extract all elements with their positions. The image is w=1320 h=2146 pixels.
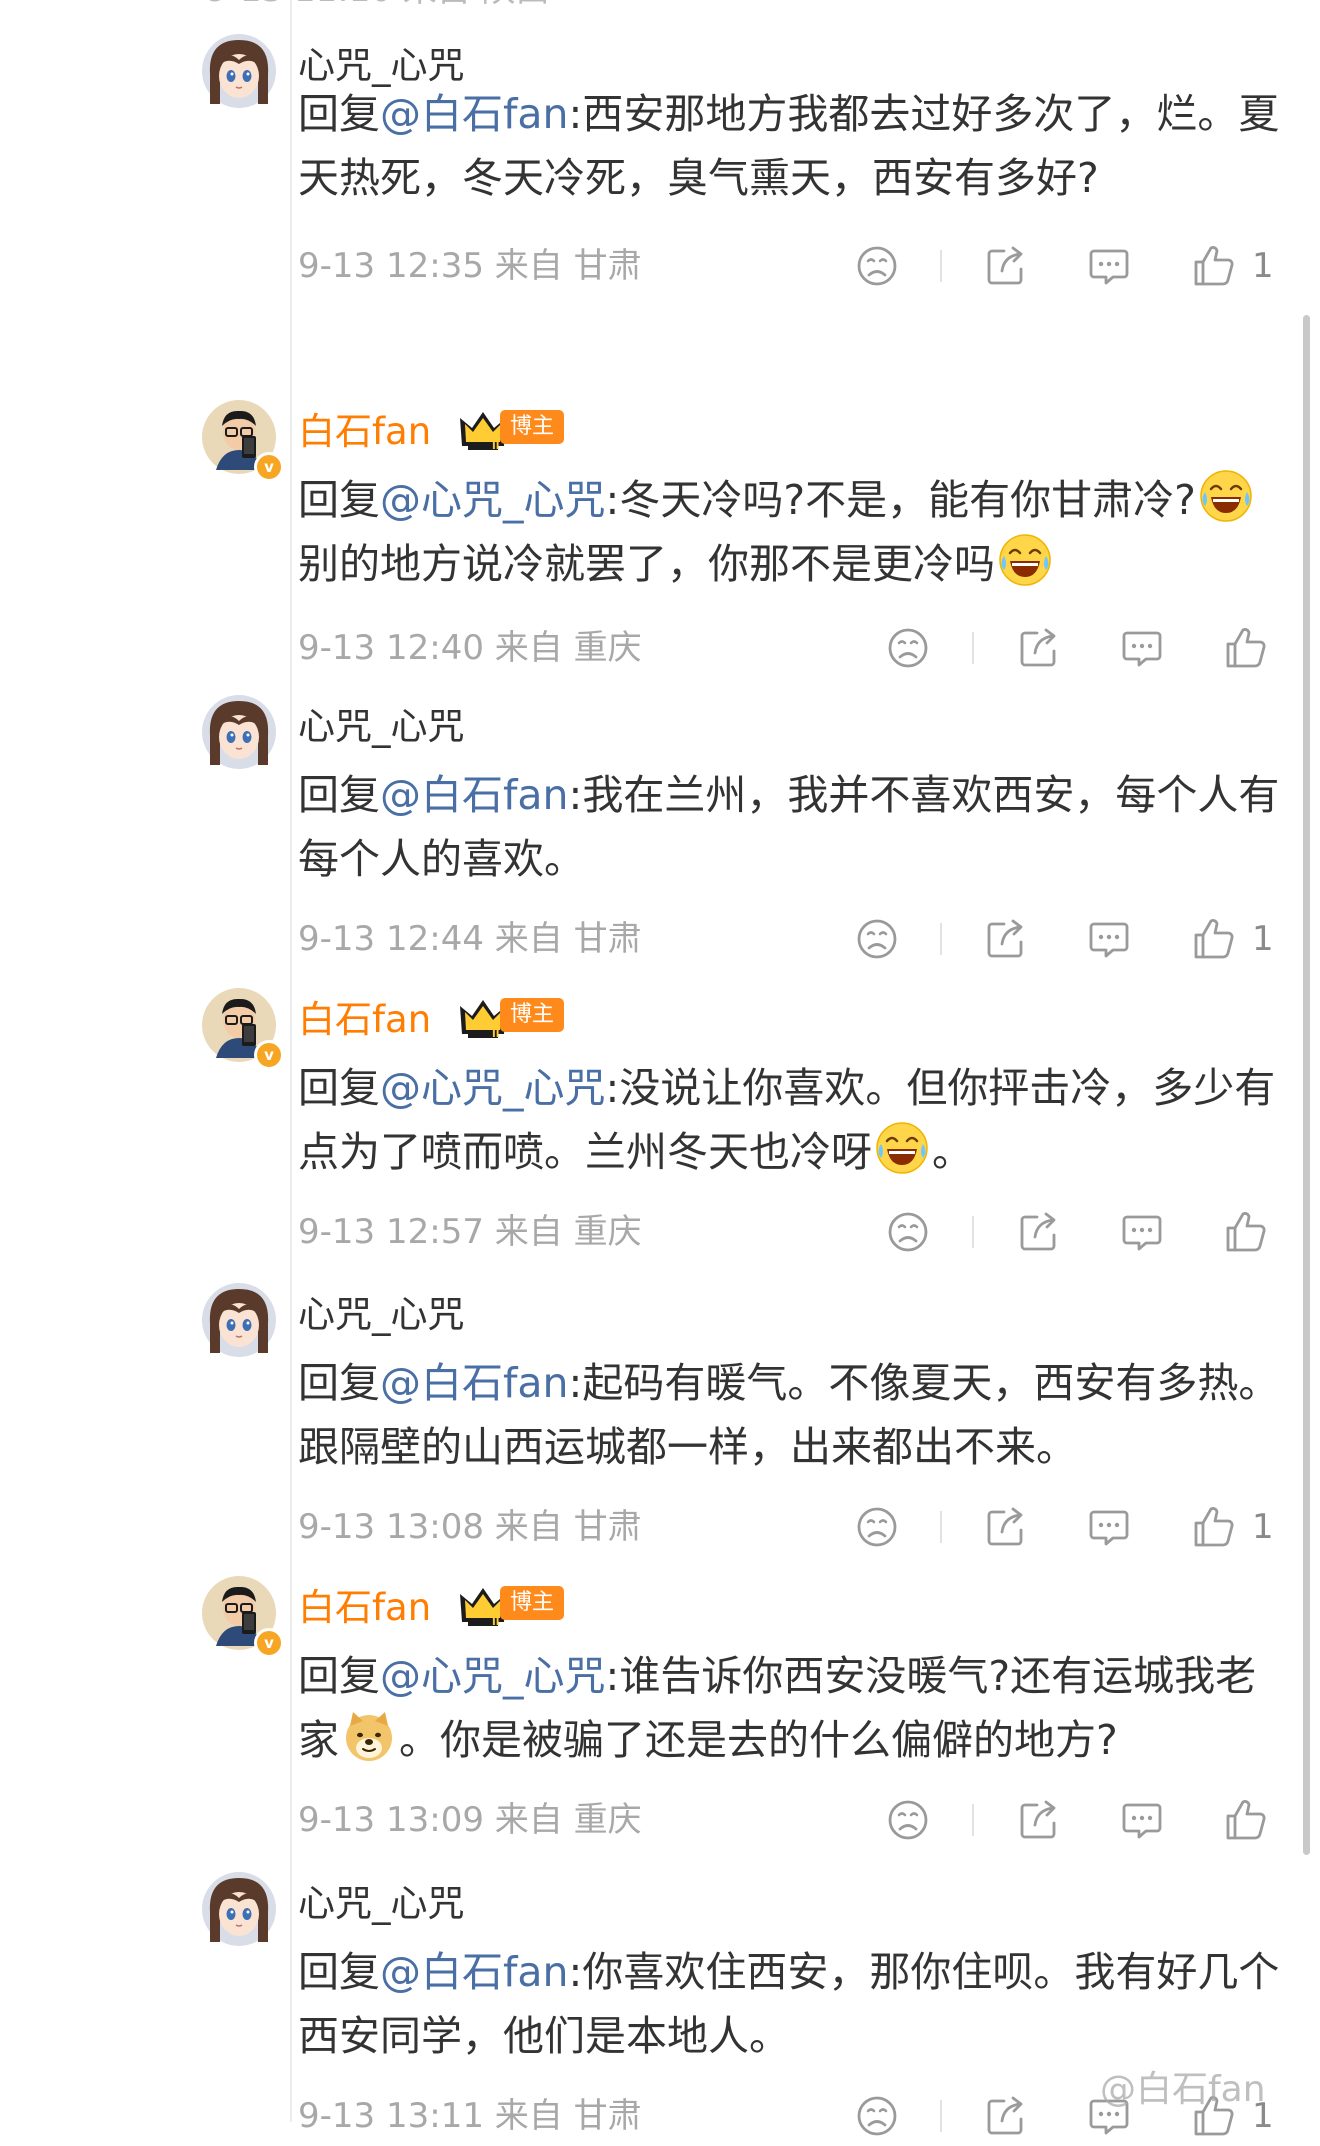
comment-actions: 1 [0, 1497, 1320, 1557]
like-count: 1 [1252, 919, 1274, 959]
share-icon[interactable] [1015, 1796, 1063, 1844]
dislike-icon[interactable] [853, 242, 901, 290]
comment-text: 回复@白石fan:我在兰州，我并不喜欢西安，每个人有每个人的喜欢。 [298, 771, 1280, 883]
action-divider [940, 923, 942, 955]
comment-text: 回复@心咒_心咒:冬天冷吗?不是，能有你甘肃冷?别的地方说冷就罢了，你那不是更冷… [298, 468, 1288, 596]
comment-text: 回复@白石fan:西安那地方我都去过好多次了，烂。夏天热死，冬天冷死，臭气熏天，… [298, 90, 1280, 202]
username[interactable]: 白石fan [298, 408, 431, 456]
share-icon[interactable] [1015, 624, 1063, 672]
action-divider [940, 1511, 942, 1543]
like-count: 1 [1252, 246, 1274, 286]
mention-link[interactable]: @白石fan [380, 1359, 569, 1407]
dislike-icon[interactable] [884, 1796, 932, 1844]
mention-link[interactable]: @白石fan [380, 90, 569, 138]
action-divider [940, 250, 942, 282]
username[interactable]: 心咒_心咒 [298, 1291, 465, 1339]
mention-link[interactable]: @白石fan [380, 771, 569, 819]
mention-link[interactable]: @心咒_心咒 [380, 1652, 606, 1700]
doge-emoji [341, 1708, 397, 1764]
avatar[interactable]: v [202, 400, 284, 482]
blogger-tag: 博主 [500, 1586, 565, 1620]
dislike-icon[interactable] [853, 2092, 901, 2140]
comment-actions [0, 1202, 1320, 1262]
like-icon[interactable] [1190, 915, 1238, 963]
laugh-cry-emoji [874, 1120, 930, 1176]
action-divider [972, 1216, 974, 1248]
like-icon[interactable] [1190, 242, 1238, 290]
action-divider [940, 2100, 942, 2132]
avatar[interactable]: v [202, 1576, 284, 1658]
comment-actions [0, 618, 1320, 678]
comment-icon[interactable] [1085, 1503, 1133, 1551]
like-icon[interactable] [1190, 1503, 1238, 1551]
avatar[interactable] [202, 1283, 276, 1357]
avatar[interactable]: v [202, 988, 284, 1070]
avatar[interactable] [202, 1872, 276, 1946]
mention-link[interactable]: @心咒_心咒 [380, 476, 606, 524]
blogger-tag: 博主 [500, 998, 565, 1032]
username[interactable]: 白石fan [298, 996, 431, 1044]
mention-link[interactable]: @白石fan [380, 1948, 569, 1996]
like-count: 1 [1252, 1507, 1274, 1547]
share-icon[interactable] [982, 915, 1030, 963]
comment-text: 回复@白石fan:你喜欢住西安，那你住呗。我有好几个西安同学，他们是本地人。 [298, 1948, 1280, 2060]
username[interactable]: 白石fan [298, 1584, 431, 1632]
comment-text: 回复@白石fan:起码有暖气。不像夏天，西安有多热。跟隔壁的山西运城都一样，出来… [298, 1359, 1280, 1471]
avatar[interactable] [202, 34, 276, 108]
username[interactable]: 心咒_心咒 [298, 1880, 465, 1928]
scrollbar[interactable] [1303, 315, 1310, 1855]
like-icon[interactable] [1222, 1796, 1270, 1844]
comment-icon[interactable] [1085, 242, 1133, 290]
share-icon[interactable] [982, 1503, 1030, 1551]
share-icon[interactable] [982, 2092, 1030, 2140]
comment-icon[interactable] [1118, 1796, 1166, 1844]
comment-icon[interactable] [1118, 1208, 1166, 1256]
comment-actions: 1 [0, 909, 1320, 969]
username[interactable]: 心咒_心咒 [298, 703, 465, 751]
laugh-cry-emoji [997, 532, 1053, 588]
previous-comment-time: 9-13 11:10 来自 陕西 [206, 0, 550, 10]
comment-text: 回复@心咒_心咒:没说让你喜欢。但你抨击冷，多少有点为了喷而喷。兰州冬天也冷呀。 [298, 1064, 1276, 1176]
previous-comment-meta: 9-13 11:10 来自 陕西 [206, 0, 1296, 10]
dislike-icon[interactable] [884, 1208, 932, 1256]
laugh-cry-emoji [1198, 468, 1254, 524]
comment-actions: 1 [0, 236, 1320, 296]
watermark: @白石fan [1100, 2069, 1266, 2110]
verified-badge: v [254, 1040, 284, 1070]
mention-link[interactable]: @心咒_心咒 [380, 1064, 606, 1112]
comment-icon[interactable] [1085, 915, 1133, 963]
like-icon[interactable] [1222, 624, 1270, 672]
dislike-icon[interactable] [853, 915, 901, 963]
like-icon[interactable] [1222, 1208, 1270, 1256]
action-divider [972, 632, 974, 664]
share-icon[interactable] [1015, 1208, 1063, 1256]
dislike-icon[interactable] [884, 624, 932, 672]
verified-badge: v [254, 1628, 284, 1658]
blogger-tag: 博主 [500, 410, 565, 444]
share-icon[interactable] [982, 242, 1030, 290]
comment-text: 回复@心咒_心咒:谁告诉你西安没暖气?还有运城我老家 。你是被骗了还是去的什么偏僻… [298, 1652, 1257, 1764]
avatar[interactable] [202, 695, 276, 769]
verified-badge: v [254, 452, 284, 482]
comment-icon[interactable] [1118, 624, 1166, 672]
comment-actions [0, 1790, 1320, 1850]
action-divider [972, 1804, 974, 1836]
dislike-icon[interactable] [853, 1503, 901, 1551]
